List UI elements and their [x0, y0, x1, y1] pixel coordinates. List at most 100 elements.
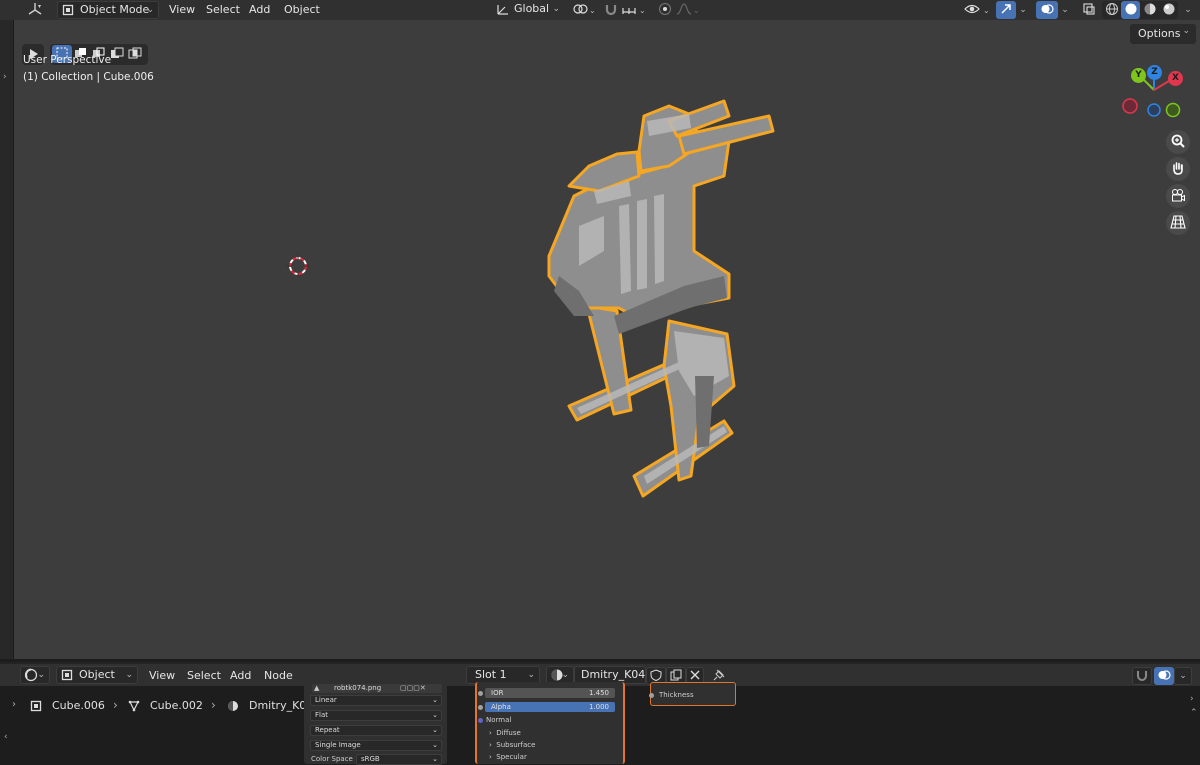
chevron-down-icon: ⌄ — [561, 670, 569, 680]
ior-socket[interactable] — [478, 691, 483, 696]
select-intersect-button[interactable] — [126, 45, 144, 63]
navigation-gizmo[interactable]: Y Z X — [1118, 64, 1190, 120]
diffuse-panel-label: Diffuse — [496, 729, 521, 737]
image-texture-node[interactable]: ▲ robtk074.png ▢▢▢✕ Linear ⌄ Flat ⌄ Repeat… — [304, 684, 447, 765]
thickness-socket[interactable] — [649, 693, 654, 698]
node-menu-view[interactable]: View — [149, 666, 175, 686]
snap-target-button[interactable]: ⌄ — [620, 1, 648, 19]
menu-select[interactable]: Select — [206, 0, 240, 20]
shading-dropdown[interactable]: ⌄ — [1180, 1, 1196, 19]
snap-increment-icon: ⌄ — [621, 2, 647, 19]
svg-text:⌄: ⌄ — [983, 6, 990, 15]
mode-dropdown[interactable]: Object Mode ⌄ — [57, 1, 159, 19]
color-space-dropdown[interactable]: sRGB ⌄ — [356, 754, 442, 765]
node-snap-button[interactable] — [1132, 667, 1152, 685]
viewport-header: ▾ Object Mode ⌄ View Select Add Object G… — [0, 0, 1200, 20]
pan-button[interactable] — [1166, 157, 1190, 181]
svg-text:⌄: ⌄ — [693, 6, 699, 15]
node-overlays-dropdown[interactable]: ⌄ — [1174, 667, 1192, 685]
options-dropdown[interactable]: Options ⌄ — [1130, 24, 1196, 44]
orientation-dropdown[interactable]: Global ⌄ — [492, 1, 564, 19]
falloff-button[interactable]: ⌄ — [674, 1, 700, 19]
subsurface-panel-label: Subsurface — [496, 741, 536, 749]
rendered-shading-button[interactable] — [1159, 1, 1178, 19]
snap-toggle-button[interactable] — [600, 1, 622, 19]
solid-sphere-icon — [1124, 2, 1138, 19]
projection-dropdown[interactable]: Flat ⌄ — [310, 710, 442, 721]
image-selector[interactable]: ▲ robtk074.png ▢▢▢✕ — [312, 684, 442, 693]
menu-view[interactable]: View — [169, 0, 195, 20]
sidebar-toggle-left[interactable]: ‹ — [4, 732, 8, 742]
material-output-node[interactable]: Thickness — [649, 682, 736, 706]
camera-view-button[interactable] — [1166, 184, 1190, 208]
visibility-button[interactable]: ⌄ — [962, 1, 992, 19]
object-cube-icon — [62, 4, 74, 21]
alpha-socket[interactable] — [478, 705, 483, 710]
subsurface-panel[interactable]: › Subsurface — [489, 740, 535, 751]
menu-add[interactable]: Add — [249, 0, 270, 20]
alpha-value: 1.000 — [588, 703, 609, 711]
node-menu-add[interactable]: Add — [230, 666, 251, 686]
magnet-icon — [1136, 669, 1148, 684]
chevron-down-icon: ⌄ — [432, 711, 438, 719]
interpolation-value: Linear — [315, 696, 337, 704]
eye-icon: ⌄ — [963, 2, 991, 19]
shader-type-dropdown[interactable]: Object ⌄ — [56, 666, 138, 684]
xray-toggle-button[interactable] — [1078, 1, 1100, 19]
pivot-point-button[interactable]: ⌄ — [570, 1, 598, 19]
chevron-down-icon: ⌄ — [1182, 26, 1190, 36]
specular-panel[interactable]: › Specular — [489, 752, 527, 763]
chevron-down-icon: ⌄ — [146, 5, 154, 15]
perspective-toggle-button[interactable] — [1166, 211, 1190, 235]
orientation-axes-icon — [496, 3, 510, 21]
alpha-field[interactable]: Alpha 1.000 — [485, 702, 615, 712]
interpolation-dropdown[interactable]: Linear ⌄ — [310, 695, 442, 706]
node-menu-select[interactable]: Select — [187, 666, 221, 686]
camera-icon — [1170, 187, 1186, 206]
normal-socket[interactable] — [478, 718, 483, 723]
overlays-toggle-button[interactable] — [1036, 1, 1058, 19]
options-label: Options — [1138, 27, 1181, 40]
zoom-button[interactable] — [1166, 130, 1190, 154]
chevron-right-icon[interactable]: › — [3, 72, 7, 82]
3d-viewport[interactable]: Options ⌄ User Perspective (1) Collectio… — [14, 20, 1200, 659]
sidebar-toggle-right[interactable]: › — [1190, 694, 1194, 704]
node-overlays-button[interactable] — [1154, 667, 1174, 685]
ior-field[interactable]: IOR 1.450 — [485, 688, 615, 698]
extension-dropdown[interactable]: Repeat ⌄ — [310, 725, 442, 736]
breadcrumb-object[interactable]: Cube.006 — [52, 699, 105, 712]
breadcrumb-mesh[interactable]: Cube.002 — [150, 699, 203, 712]
gizmo-toggle-button[interactable] — [996, 1, 1016, 19]
toolbar-region-collapsed[interactable]: › — [0, 20, 14, 659]
gizmo-dropdown[interactable]: ⌄ — [1016, 1, 1030, 19]
editor-type-button[interactable]: ▾ — [24, 1, 46, 19]
3d-cursor[interactable] — [286, 254, 310, 281]
ior-label: IOR — [491, 689, 504, 697]
hand-icon — [1170, 160, 1186, 179]
overlays-dropdown[interactable]: ⌄ — [1058, 1, 1072, 19]
node-editor-canvas[interactable]: › Cube.006 › Cube.002 › Dmitry_K04 ‹ › ⌃… — [0, 682, 1200, 765]
ior-value: 1.450 — [588, 689, 609, 697]
gizmo-z-axis[interactable]: Z — [1147, 65, 1162, 80]
gizmo-arrow-icon — [999, 2, 1013, 19]
material-shading-button[interactable] — [1140, 1, 1159, 19]
node-menu-node[interactable]: Node — [264, 666, 293, 686]
editor-type-button[interactable]: ⌄ — [20, 666, 50, 684]
specular-panel-label: Specular — [496, 753, 527, 761]
mesh-data-icon — [128, 700, 140, 715]
material-sphere-icon — [227, 700, 239, 715]
proportional-edit-button[interactable] — [654, 1, 676, 19]
source-dropdown[interactable]: Single Image ⌄ — [310, 740, 442, 751]
robot-mesh-object[interactable] — [519, 76, 779, 509]
source-value: Single Image — [315, 741, 361, 749]
principled-bsdf-node[interactable]: IOR 1.450 Alpha 1.000 Normal › Diffuse ›… — [475, 682, 625, 764]
diffuse-panel[interactable]: › Diffuse — [489, 728, 521, 739]
solid-shading-button[interactable] — [1121, 1, 1140, 19]
gizmo-x-axis[interactable]: X — [1168, 71, 1183, 86]
gizmo-y-axis[interactable]: Y — [1131, 68, 1146, 83]
menu-object[interactable]: Object — [284, 0, 320, 20]
scroll-up-icon[interactable]: ⌃ — [1190, 708, 1198, 718]
view-perspective-label: User Perspective — [23, 54, 112, 66]
wireframe-shading-button[interactable] — [1102, 1, 1121, 19]
chevron-down-icon: ⌄ — [125, 670, 133, 680]
